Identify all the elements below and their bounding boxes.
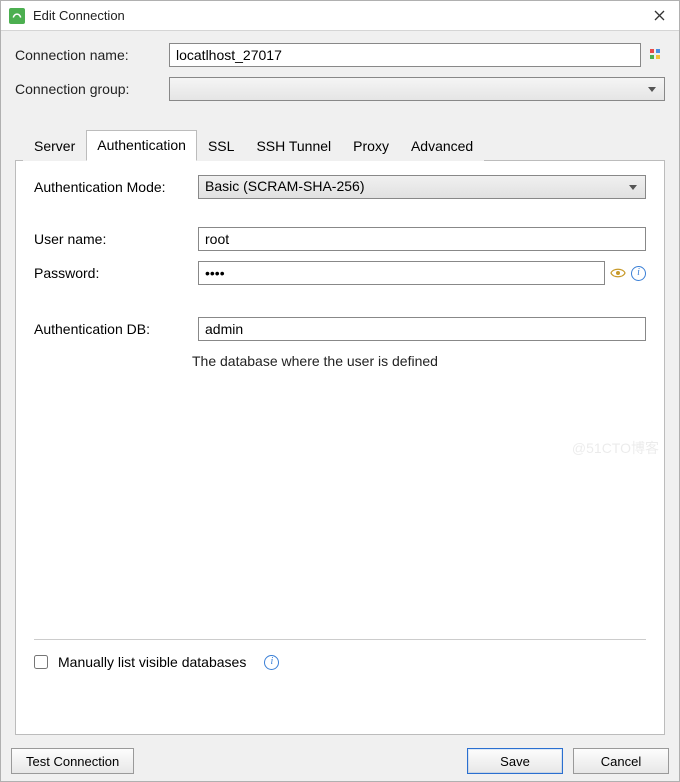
connection-name-input[interactable] bbox=[169, 43, 641, 67]
password-row: Password: i bbox=[34, 261, 646, 285]
username-label: User name: bbox=[34, 231, 192, 247]
manual-list-label: Manually list visible databases bbox=[58, 654, 246, 670]
panel-divider bbox=[34, 639, 646, 640]
auth-mode-select[interactable]: Basic (SCRAM-SHA-256) bbox=[198, 175, 646, 199]
save-button[interactable]: Save bbox=[467, 748, 563, 774]
app-icon bbox=[9, 8, 25, 24]
connection-group-row: Connection group: bbox=[15, 77, 665, 101]
dialog-footer: Test Connection Save Cancel bbox=[1, 743, 679, 781]
connection-group-select[interactable] bbox=[169, 77, 665, 101]
tabs: Server Authentication SSL SSH Tunnel Pro… bbox=[15, 129, 665, 160]
authdb-row: Authentication DB: bbox=[34, 317, 646, 341]
titlebar: Edit Connection bbox=[1, 1, 679, 31]
window-title: Edit Connection bbox=[33, 8, 639, 23]
dialog-body: Connection name: Connection group: Serve… bbox=[1, 31, 679, 743]
authdb-input[interactable] bbox=[198, 317, 646, 341]
password-label: Password: bbox=[34, 265, 192, 281]
connection-group-label: Connection group: bbox=[15, 81, 163, 97]
manual-list-checkbox[interactable] bbox=[34, 655, 48, 669]
tab-server[interactable]: Server bbox=[23, 131, 86, 161]
manual-list-info-icon[interactable]: i bbox=[264, 655, 279, 670]
authentication-panel: Authentication Mode: Basic (SCRAM-SHA-25… bbox=[15, 160, 665, 735]
username-input[interactable] bbox=[198, 227, 646, 251]
authdb-help-text: The database where the user is defined bbox=[192, 353, 646, 369]
test-connection-button[interactable]: Test Connection bbox=[11, 748, 134, 774]
connection-name-label: Connection name: bbox=[15, 47, 163, 63]
cancel-button[interactable]: Cancel bbox=[573, 748, 669, 774]
color-picker-icon[interactable] bbox=[647, 46, 665, 64]
auth-mode-label: Authentication Mode: bbox=[34, 179, 192, 195]
dialog-window: Edit Connection Connection name: Connect… bbox=[0, 0, 680, 782]
tab-authentication[interactable]: Authentication bbox=[86, 130, 197, 161]
auth-mode-value: Basic (SCRAM-SHA-256) bbox=[205, 178, 364, 194]
close-button[interactable] bbox=[639, 1, 679, 31]
connection-name-row: Connection name: bbox=[15, 43, 665, 67]
tab-ssl[interactable]: SSL bbox=[197, 131, 245, 161]
manual-list-row: Manually list visible databases i bbox=[34, 654, 646, 670]
password-info-icon[interactable]: i bbox=[631, 266, 646, 281]
tab-advanced[interactable]: Advanced bbox=[400, 131, 484, 161]
password-input[interactable] bbox=[198, 261, 605, 285]
username-row: User name: bbox=[34, 227, 646, 251]
tab-ssh-tunnel[interactable]: SSH Tunnel bbox=[245, 131, 342, 161]
auth-mode-row: Authentication Mode: Basic (SCRAM-SHA-25… bbox=[34, 175, 646, 199]
reveal-password-icon[interactable] bbox=[609, 264, 627, 282]
authdb-label: Authentication DB: bbox=[34, 321, 192, 337]
tab-proxy[interactable]: Proxy bbox=[342, 131, 400, 161]
